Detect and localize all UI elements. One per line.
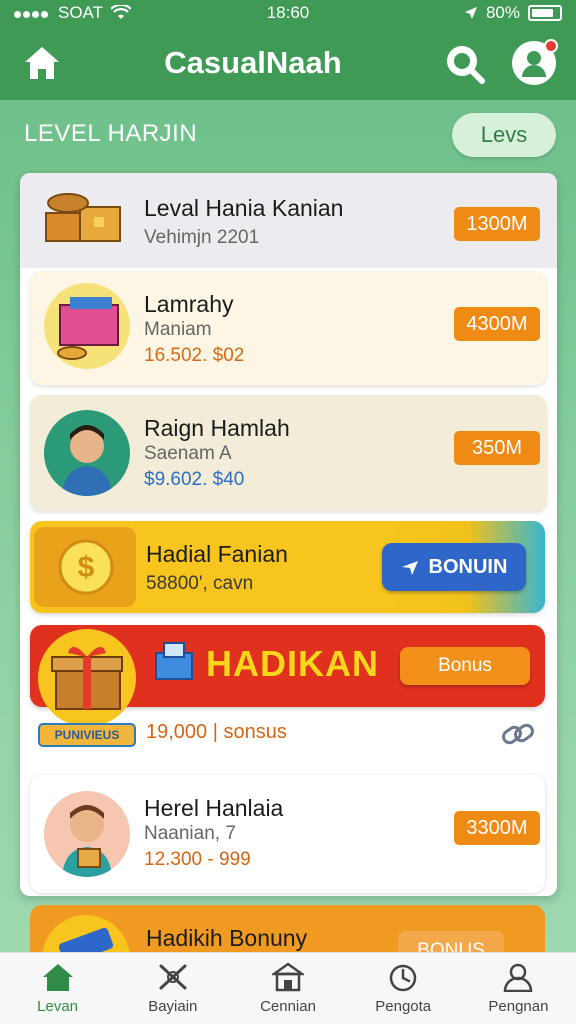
nav-label: Levan [37, 998, 79, 1015]
item-badge: 350M [454, 431, 540, 465]
bonus-button-label: BONUIN [428, 555, 508, 578]
home-icon [25, 47, 59, 79]
item-value: $9.602. $40 [144, 469, 245, 490]
item-subtitle: Saenam A [144, 443, 232, 464]
search-button[interactable] [442, 41, 486, 85]
list-item[interactable]: Leval Hania Kanian Vehimjn 2201 1300M [20, 173, 557, 268]
app-bar: CasualNaah [0, 26, 576, 100]
item-badge: 1300M [454, 207, 540, 241]
ballot-box-icon [155, 642, 193, 680]
gift-box-image [38, 629, 136, 727]
item-subtitle: Naanian, 7 [144, 823, 236, 844]
item-subtitle: Maniam [144, 319, 212, 340]
person-icon [62, 805, 112, 877]
nav-pengota[interactable]: Pengota [346, 953, 461, 1024]
avatar [44, 410, 130, 496]
status-time: 18:60 [266, 3, 310, 22]
item-subtitle: Vehimjn 2201 [144, 227, 260, 248]
nav-pengnan[interactable]: Pengnan [461, 953, 576, 1024]
item-title: Lamrahy [144, 291, 234, 317]
item-title: Raign Hamlah [144, 415, 290, 441]
svg-text:$: $ [78, 551, 95, 584]
location-icon [464, 7, 477, 19]
search-icon [447, 46, 485, 84]
avatar [44, 791, 130, 877]
gift-box-icon [51, 646, 123, 710]
section-title: LEVEL HARJIN [24, 120, 198, 147]
user-icon [504, 963, 533, 992]
levels-button[interactable]: Levs [452, 113, 556, 157]
home-button[interactable] [20, 41, 64, 85]
wifi-icon [111, 5, 132, 19]
app-title: CasualNaah [164, 45, 342, 80]
promo-value: 19,000 | sonsus [146, 721, 287, 743]
item-subtitle: 58800', cavn [146, 573, 254, 594]
nav-label: Bayiain [148, 998, 198, 1015]
profile-button[interactable] [512, 39, 558, 85]
level-list: Leval Hania Kanian Vehimjn 2201 1300M La… [20, 173, 557, 896]
nav-label: Pengota [375, 998, 432, 1015]
battery-icon [528, 5, 562, 21]
list-item[interactable]: $ Hadial Fanian 58800', cavn BONUIN [30, 521, 545, 613]
user-icon [522, 51, 546, 77]
person-icon [62, 425, 112, 496]
item-title: Hadikih Bonuny [146, 925, 308, 951]
promo-title: HADIKAN [206, 643, 379, 684]
cross-swords-icon [159, 964, 187, 990]
nav-label: Pengnan [488, 998, 549, 1015]
promo-bonus-button[interactable]: Bonus [400, 647, 530, 685]
list-item[interactable]: Lamrahy Maniam 16.502. $02 4300M [30, 271, 547, 385]
treasure-chest-icon [45, 193, 121, 242]
coin-tile: $ [34, 527, 136, 607]
item-value: 16.502. $02 [144, 345, 245, 366]
item-value: 12.300 - 999 [144, 849, 251, 870]
nav-bayiain[interactable]: Bayiain [115, 953, 230, 1024]
nav-levan[interactable]: Levan [0, 953, 115, 1024]
link-icon[interactable] [500, 719, 536, 749]
carrier-label: SOAT [58, 3, 104, 22]
plane-icon [401, 561, 418, 575]
battery-percent: 80% [485, 3, 520, 22]
nav-cennian[interactable]: Cennian [230, 953, 345, 1024]
item-title: Hadial Fanian [146, 541, 288, 567]
item-image [44, 283, 130, 369]
promo-tag: PUNIVIEUS [38, 723, 136, 747]
notification-dot [544, 39, 558, 53]
item-title: Herel Hanlaia [144, 795, 284, 821]
list-item[interactable]: Raign Hamlah Saenam A $9.602. $40 350M [30, 395, 547, 511]
home-icon [42, 964, 73, 991]
clock-icon [389, 964, 417, 992]
shopping-bag-icon [57, 297, 119, 360]
item-badge: 3300M [454, 811, 540, 845]
list-item[interactable]: Herel Hanlaia Naanian, 7 12.300 - 999 33… [30, 775, 545, 893]
bonus-button[interactable]: BONUIN [382, 543, 526, 591]
status-bar: SOAT 18:60 80% [0, 0, 576, 26]
signal-icon [14, 3, 50, 23]
bottom-nav: Levan Bayiain Cennian Pengota Pengnan [0, 952, 576, 1024]
store-icon [272, 962, 304, 992]
item-title: Leval Hania Kanian [144, 195, 344, 221]
dollar-coin-icon: $ [58, 539, 114, 595]
nav-label: Cennian [260, 998, 316, 1015]
item-badge: 4300M [454, 307, 540, 341]
